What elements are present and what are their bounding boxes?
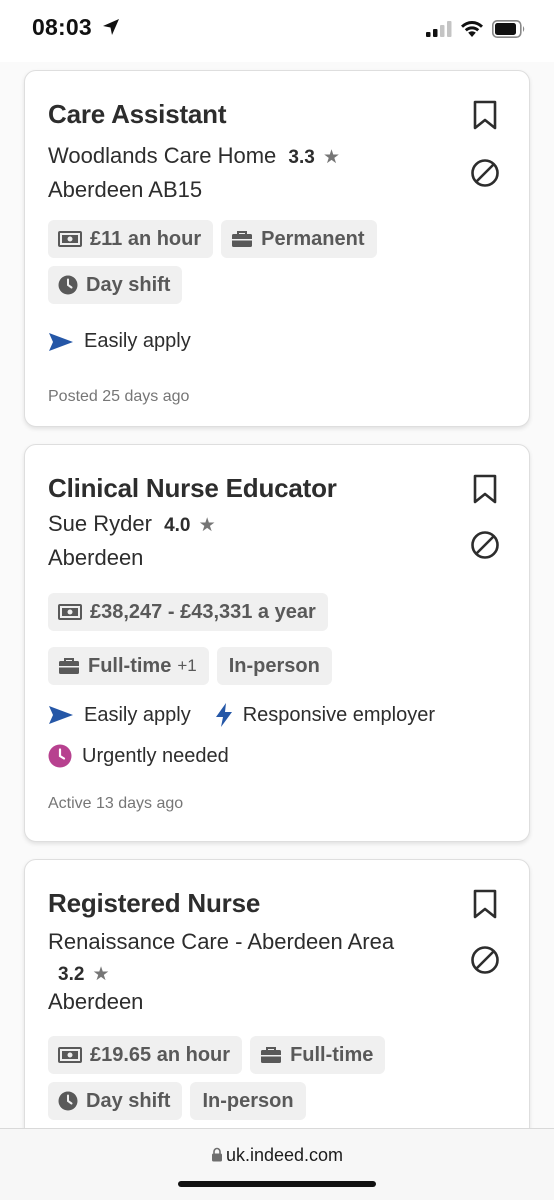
company-name[interactable]: Renaissance Care - Aberdeen Area [48, 929, 394, 954]
job-perks-urgent: Urgently needed [48, 744, 229, 768]
wifi-icon [461, 21, 483, 37]
not-interested-button[interactable] [469, 529, 501, 561]
save-job-button[interactable] [469, 888, 501, 920]
company-rating: 3.3 [288, 147, 315, 168]
briefcase-icon [261, 1047, 282, 1063]
job-type-tag: Permanent [221, 220, 377, 258]
status-indicators [426, 20, 526, 38]
easily-apply-perk: Easily apply [48, 330, 191, 353]
briefcase-icon [59, 658, 79, 674]
save-job-button[interactable] [469, 473, 501, 505]
posted-date: Active 13 days ago [48, 795, 184, 812]
company-line: Sue Ryder 4.0 ★ [48, 511, 216, 537]
clock-icon [58, 1091, 78, 1111]
status-bar: 08:03 [0, 0, 554, 62]
money-icon [58, 231, 82, 247]
job-perks: Easily apply [48, 330, 191, 353]
work-location-tag: In-person [190, 1082, 306, 1120]
clock-urgent-icon [48, 744, 72, 768]
job-title[interactable]: Registered Nurse [48, 888, 260, 919]
url-display[interactable]: uk.indeed.com [0, 1145, 554, 1166]
money-icon [58, 1047, 82, 1063]
posted-date: Posted 25 days ago [48, 388, 190, 405]
salary-tag: £11 an hour [48, 220, 214, 258]
company-name[interactable]: Woodlands Care Home [48, 143, 276, 168]
job-card[interactable]: Registered Nurse Renaissance Care - Aber… [24, 859, 530, 1128]
more-types-count: +1 [177, 656, 197, 675]
company-rating: 4.0 [164, 515, 191, 536]
lightning-icon [215, 703, 232, 727]
job-location: Aberdeen [48, 545, 144, 570]
job-type-tag[interactable]: Full-time +1 [48, 647, 209, 685]
home-indicator[interactable] [178, 1181, 376, 1187]
work-location-tag: In-person [216, 647, 332, 685]
send-arrow-icon [49, 332, 73, 351]
job-location: Aberdeen AB15 [48, 177, 203, 202]
star-icon: ★ [92, 964, 110, 985]
signal-icon [426, 21, 452, 37]
url-text: uk.indeed.com [225, 1145, 344, 1165]
bookmark-icon [473, 474, 497, 504]
browser-address-bar[interactable]: uk.indeed.com [0, 1128, 554, 1200]
lock-icon [211, 1147, 222, 1162]
briefcase-icon [232, 231, 253, 247]
shift-tag: Day shift [48, 266, 183, 304]
battery-icon [492, 20, 525, 38]
job-perks: Easily apply Responsive employer [48, 703, 435, 727]
location-arrow-icon [103, 19, 119, 35]
job-tags: £11 an hour Permanent Day shift [48, 220, 509, 304]
shift-tag: Day shift [48, 1082, 183, 1120]
block-icon [471, 946, 499, 974]
clock-icon [58, 275, 78, 295]
salary-tag: £38,247 - £43,331 a year [48, 593, 328, 631]
bookmark-icon [473, 889, 497, 919]
job-card[interactable]: Clinical Nurse Educator Sue Ryder 4.0 ★ … [24, 444, 530, 842]
company-line: Woodlands Care Home 3.3 ★ [48, 143, 340, 169]
job-type-tag: Full-time [250, 1036, 386, 1074]
not-interested-button[interactable] [469, 944, 501, 976]
job-title[interactable]: Clinical Nurse Educator [48, 473, 337, 504]
block-icon [471, 159, 499, 187]
company-rating: 3.2 [58, 964, 85, 985]
status-time: 08:03 [32, 14, 92, 40]
easily-apply-perk: Easily apply [48, 704, 191, 727]
star-icon: ★ [322, 147, 340, 168]
company-name[interactable]: Sue Ryder [48, 511, 152, 536]
job-card[interactable]: Care Assistant Woodlands Care Home 3.3 ★… [24, 70, 530, 427]
job-location: Aberdeen [48, 989, 144, 1014]
not-interested-button[interactable] [469, 157, 501, 189]
job-feed[interactable]: Care Assistant Woodlands Care Home 3.3 ★… [0, 62, 554, 1128]
job-tags: £19.65 an hour Full-time Day shift In-pe… [48, 1036, 509, 1120]
bookmark-icon [473, 100, 497, 130]
job-title[interactable]: Care Assistant [48, 99, 227, 130]
money-icon [58, 604, 82, 620]
send-arrow-icon [49, 706, 73, 724]
job-tags: £38,247 - £43,331 a year Full-time +1 In… [48, 593, 509, 685]
save-job-button[interactable] [469, 99, 501, 131]
responsive-employer-perk: Responsive employer [215, 703, 435, 727]
block-icon [471, 531, 499, 559]
urgently-needed-perk: Urgently needed [48, 744, 229, 768]
star-icon: ★ [198, 515, 216, 536]
salary-tag: £19.65 an hour [48, 1036, 243, 1074]
company-line: Renaissance Care - Aberdeen Area 3.2 ★ [48, 926, 438, 990]
